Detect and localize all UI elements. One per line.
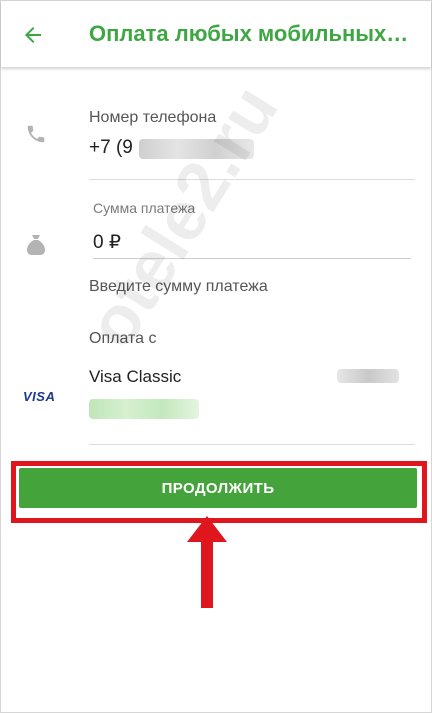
phone-input[interactable]: +7 (9 (89, 135, 409, 163)
card-divider (89, 444, 415, 445)
amount-underline (93, 258, 411, 259)
app-bar: Оплата любых мобильных… (1, 1, 431, 67)
visa-logo-icon: VISA (23, 389, 56, 404)
amount-value: 0 ₽ (93, 232, 121, 253)
phone-value: +7 (9 (89, 137, 133, 158)
arrow-up-icon (187, 516, 227, 608)
payment-screen: Оплата любых мобильных… Номер телефона +… (0, 0, 432, 713)
back-button[interactable] (15, 17, 51, 53)
page-title: Оплата любых мобильных… (89, 21, 409, 46)
amount-hint: Введите сумму платежа (89, 278, 268, 295)
phone-divider (89, 179, 415, 180)
card-name: Visa Classic (89, 367, 182, 386)
money-bag-icon (23, 231, 49, 259)
amount-label: Сумма платежа (93, 200, 196, 216)
phone-icon (23, 121, 49, 147)
card-balance-redacted (89, 399, 199, 419)
amount-input[interactable]: 0 ₽ (93, 227, 411, 257)
card-number-redacted (337, 369, 399, 383)
card-selector[interactable]: VISA Visa Classic (1, 357, 417, 433)
phone-label: Номер телефона (89, 109, 217, 126)
phone-number-redacted (139, 139, 254, 159)
continue-button[interactable]: ПРОДОЛЖИТЬ (19, 468, 417, 508)
payment-source-label: Оплата с (89, 330, 157, 347)
arrow-left-icon (25, 27, 41, 43)
